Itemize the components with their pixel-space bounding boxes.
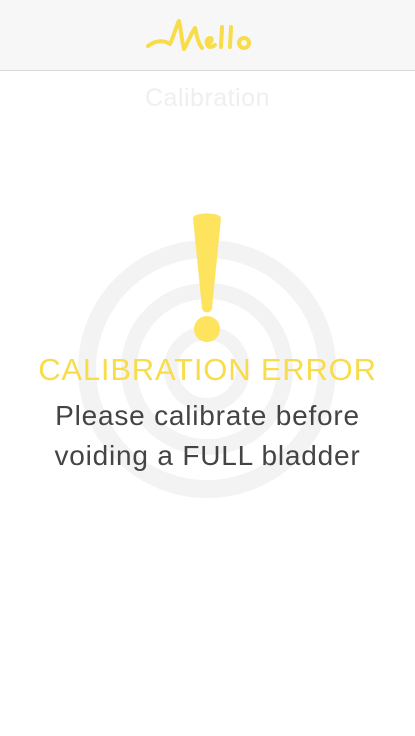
page-title: Calibration bbox=[144, 84, 270, 112]
error-message-line-1: Please calibrate before bbox=[55, 400, 360, 431]
exclamation-icon bbox=[193, 213, 221, 342]
app-header bbox=[0, 0, 415, 71]
error-message-line-2: voiding a FULL bladder bbox=[54, 440, 361, 471]
error-title: CALIBRATION ERROR bbox=[38, 352, 377, 387]
error-message: Please calibrate before voiding a FULL b… bbox=[0, 396, 415, 476]
mello-logo bbox=[146, 19, 251, 51]
